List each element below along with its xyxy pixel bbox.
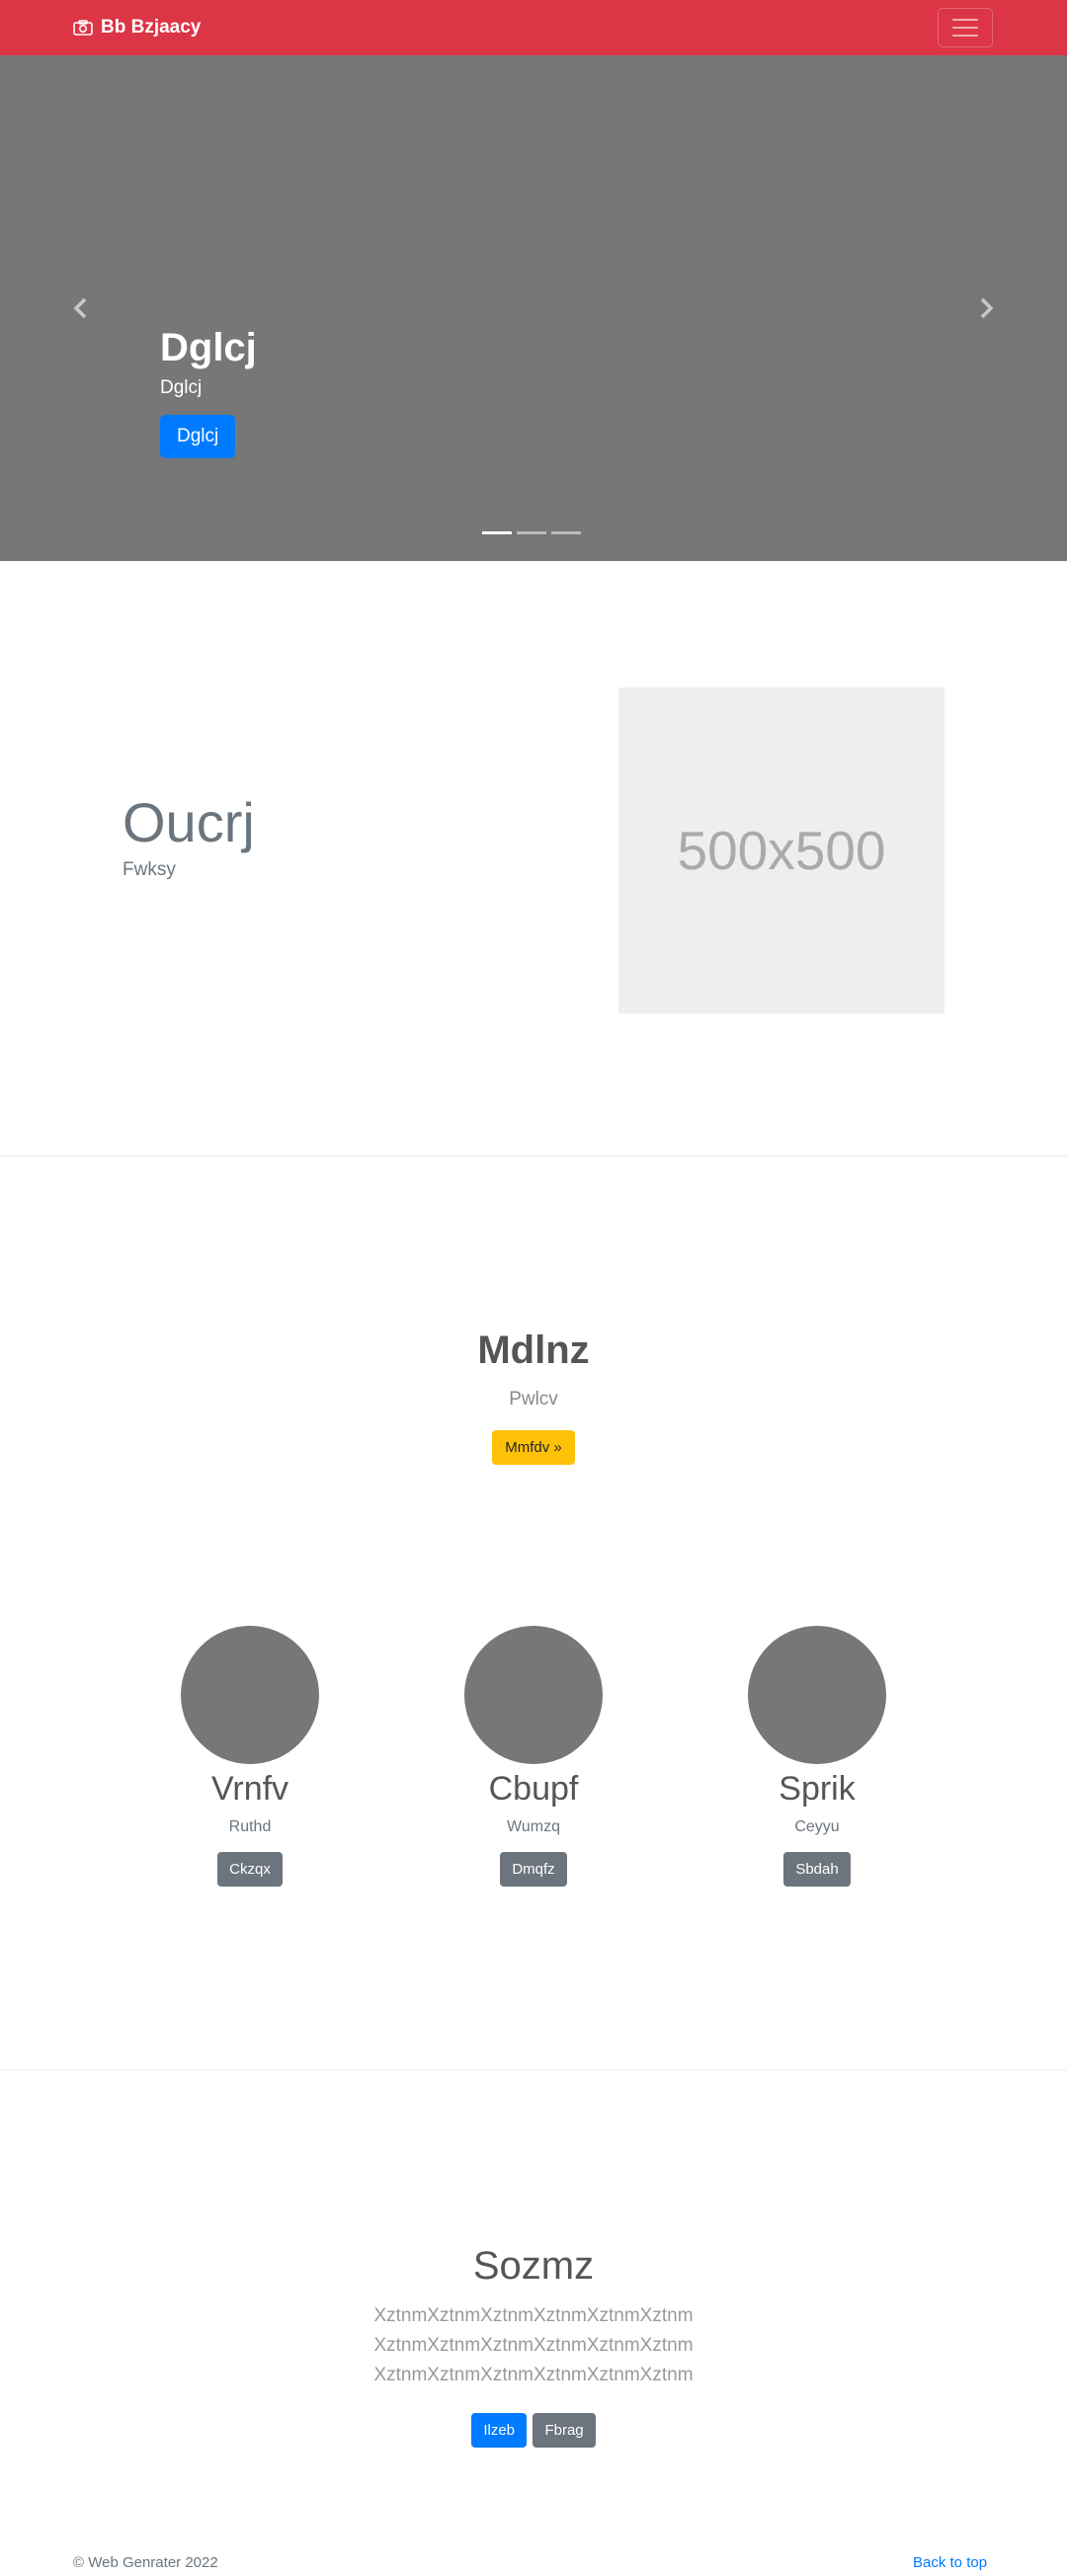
column-subtitle: Wumzq <box>507 1818 560 1835</box>
secondary-button[interactable]: Fbrag <box>533 2413 596 2448</box>
carousel-indicator-1[interactable] <box>482 531 512 534</box>
avatar <box>464 1626 603 1764</box>
feature-column-2: Cbupf Wumzq Dmqfz <box>385 1626 682 1887</box>
primary-button[interactable]: Ilzeb <box>471 2413 528 2448</box>
highlight-button-wrap: Mmfdv » <box>0 1430 1067 1465</box>
bottom-text-line: XztnmXztnmXztnmXztnmXztnmXztnm <box>373 2365 694 2385</box>
feature-column-3: Sprik Ceyyu Sbdah <box>669 1626 965 1887</box>
carousel-caption: Dglcj Dglcj Dglcj <box>160 324 257 458</box>
column-button[interactable]: Ckzqx <box>217 1852 283 1887</box>
column-title: Vrnfv <box>210 1770 289 1808</box>
footer-copyright: © Web Genrater 2022 <box>73 2554 218 2571</box>
bottom-buttons: Ilzeb Fbrag <box>0 2413 1067 2448</box>
column-button[interactable]: Dmqfz <box>500 1852 567 1887</box>
carousel-text: Dglcj <box>160 377 203 398</box>
highlight-button[interactable]: Mmfdv » <box>492 1430 575 1465</box>
hamburger-icon <box>952 19 978 21</box>
avatar <box>181 1626 319 1764</box>
camera-icon <box>73 20 93 36</box>
carousel-next-icon[interactable] <box>977 296 997 320</box>
carousel-cta-button[interactable]: Dglcj <box>160 415 236 458</box>
placeholder-image: 500x500 <box>618 687 944 1013</box>
feature-column-1: Vrnfv Ruthd Ckzqx <box>102 1626 398 1887</box>
feature-subtitle: Fwksy <box>123 859 176 880</box>
carousel-indicators <box>482 531 581 534</box>
section-divider <box>0 1156 1067 1157</box>
bottom-title: Sozmz <box>472 2244 595 2288</box>
highlight-title: Mdlnz <box>477 1328 590 1372</box>
navbar: Bb Bzjaacy <box>0 0 1067 55</box>
carousel-prev-icon[interactable] <box>70 296 90 320</box>
avatar <box>748 1626 886 1764</box>
carousel-indicator-2[interactable] <box>517 531 546 534</box>
bottom-text-line: XztnmXztnmXztnmXztnmXztnmXztnm <box>373 2335 694 2356</box>
carousel-indicator-3[interactable] <box>551 531 581 534</box>
bottom-text-line: XztnmXztnmXztnmXztnmXztnmXztnm <box>373 2305 694 2326</box>
column-button[interactable]: Sbdah <box>783 1852 851 1887</box>
navbar-toggler-button[interactable] <box>938 8 993 47</box>
brand-label: Bb Bzjaacy <box>101 17 202 38</box>
navbar-brand[interactable]: Bb Bzjaacy <box>73 0 201 55</box>
highlight-subtitle: Pwlcv <box>509 1389 558 1409</box>
bottom-text: XztnmXztnmXztnmXztnmXztnmXztnm XztnmXztn… <box>0 2301 1067 2390</box>
back-to-top-link[interactable]: Back to top <box>913 2554 987 2571</box>
column-title: Sprik <box>779 1770 856 1808</box>
column-subtitle: Ruthd <box>228 1818 272 1835</box>
placeholder-label: 500x500 <box>677 820 886 881</box>
column-title: Cbupf <box>488 1770 579 1808</box>
column-subtitle: Ceyyu <box>794 1818 840 1835</box>
section-divider <box>0 2069 1067 2070</box>
feature-title: Oucrj <box>123 791 255 853</box>
carousel-title: Dglcj <box>160 326 257 369</box>
hero-carousel: Dglcj Dglcj Dglcj <box>0 55 1067 561</box>
